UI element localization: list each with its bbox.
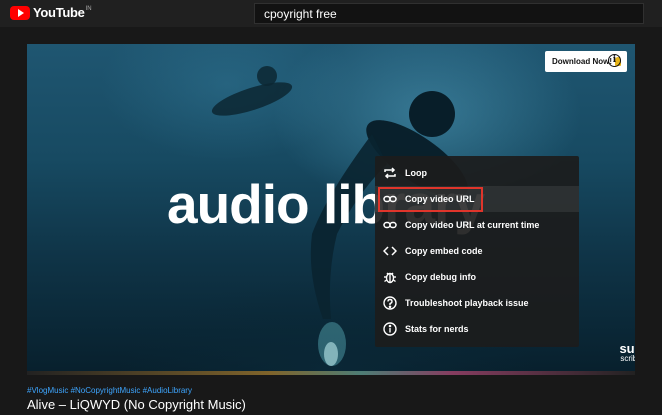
- menu-item-label: Copy video URL: [405, 194, 475, 204]
- code-icon: [383, 244, 397, 258]
- menu-item-copy-embed-code[interactable]: Copy embed code: [375, 238, 579, 264]
- bug-icon: [383, 270, 397, 284]
- context-menu: Loop Copy video URL Copy video URL at cu…: [375, 156, 579, 347]
- progress-bar[interactable]: [27, 371, 635, 375]
- menu-item-label: Copy embed code: [405, 246, 483, 256]
- link-icon: [383, 192, 397, 206]
- download-now-label: Download Now!: [552, 57, 612, 66]
- menu-item-label: Copy video URL at current time: [405, 220, 540, 230]
- logo-text: YouTube: [33, 5, 85, 20]
- subscribe-text-line2: scribe: [620, 354, 635, 364]
- top-bar: YouTube IN: [0, 0, 662, 27]
- menu-item-label: Copy debug info: [405, 272, 476, 282]
- download-now-button[interactable]: Download Now! i: [545, 51, 627, 72]
- logo-country-code: IN: [85, 6, 92, 12]
- menu-item-copy-debug-info[interactable]: Copy debug info: [375, 264, 579, 290]
- youtube-play-icon: [10, 5, 30, 20]
- info-icon[interactable]: i: [608, 54, 621, 67]
- menu-item-stats-for-nerds[interactable]: Stats for nerds: [375, 316, 579, 342]
- help-circle-icon: [383, 296, 397, 310]
- search-input[interactable]: [254, 3, 644, 24]
- youtube-logo[interactable]: YouTube IN: [10, 5, 92, 20]
- loop-icon: [383, 166, 397, 180]
- menu-item-troubleshoot[interactable]: Troubleshoot playback issue: [375, 290, 579, 316]
- menu-item-label: Stats for nerds: [405, 324, 469, 334]
- menu-item-label: Troubleshoot playback issue: [405, 298, 529, 308]
- info-icon: [383, 322, 397, 336]
- menu-item-loop[interactable]: Loop: [375, 160, 579, 186]
- menu-item-copy-video-url[interactable]: Copy video URL: [375, 186, 579, 212]
- menu-item-label: Loop: [405, 168, 427, 178]
- menu-item-copy-url-at-time[interactable]: Copy video URL at current time: [375, 212, 579, 238]
- video-title: Alive – LiQWYD (No Copyright Music): [27, 397, 246, 412]
- video-hashtags[interactable]: #VlogMusic #NoCopyrightMusic #AudioLibra…: [27, 386, 192, 395]
- subscribe-watermark[interactable]: sub scribe: [613, 342, 635, 364]
- link-icon: [383, 218, 397, 232]
